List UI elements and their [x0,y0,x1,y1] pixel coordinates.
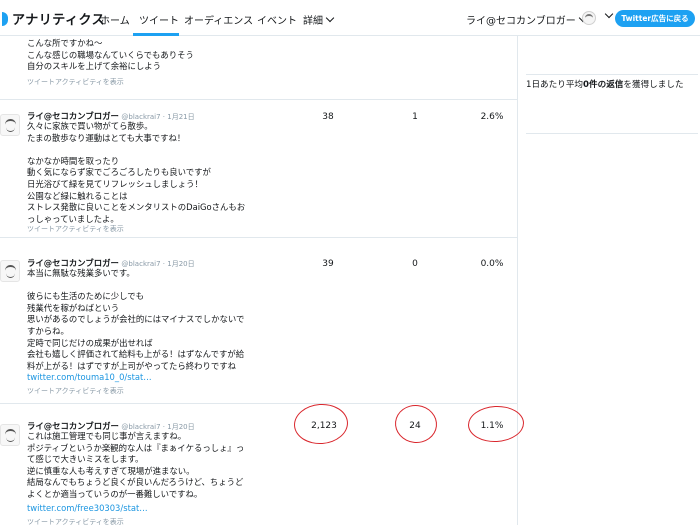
impressions-value: 39 [322,259,334,269]
view-activity-link[interactable]: ツイートアクティビティを表示 [27,386,124,396]
tweets-table: こんな所ですかね〜 こんな感じの職場なんていくらでもありそう 自分のスキルを上げ… [0,36,525,525]
account-name: ライ@セコカンブロガー [466,16,576,27]
engagements-value: 1 [412,112,418,122]
brand-title: アナリティクス [12,13,106,28]
table-row: ライ@セコカンブロガー @blackrai7 · 1月20日 これは施工管理でも… [0,402,525,525]
brand[interactable]: アナリティクス [2,9,105,28]
table-row: こんな所ですかね〜 こんな感じの職場なんていくらでもありそう 自分のスキルを上げ… [0,36,518,100]
engagement-rate-value: 0.0% [480,259,504,269]
author-handle-date: @blackrai7 · 1月20日 [121,423,195,431]
replies-summary: 1日あたり平均0件の返信を獲得しました [526,74,698,134]
nav-more-label: 詳細 [303,16,323,27]
nav-events[interactable]: イベント [257,12,297,27]
return-to-ads-button[interactable]: Twitter広告に戻る [615,10,695,27]
nav-home[interactable]: ホーム [100,12,130,27]
red-annotation-circle [467,404,525,444]
tweet-text: 本当に無駄な残業多いです。 彼らにも生活のために少しでも 残業代を稼がねばという… [27,268,245,371]
tweet-text: こんな所ですかね〜 こんな感じの職場なんていくらでもありそう 自分のスキルを上げ… [27,38,194,72]
chevron-down-icon[interactable] [604,9,614,19]
tweet-text: これは施工管理でも同じ事が言えますね。 ポジティブというか楽観的な人は『まぁイケ… [27,431,245,499]
avatar[interactable] [0,114,20,136]
chevron-down-icon [325,13,335,23]
tweet-link[interactable]: twitter.com/touma10_0/stat… [27,372,152,382]
author-name[interactable]: ライ@セコカンブロガー [27,111,119,121]
author-handle-date: @blackrai7 · 1月21日 [121,113,195,121]
nav-more[interactable]: 詳細 [303,12,335,27]
table-row: ライ@セコカンブロガー @blackrai7 · 1月21日 久々に家族で買い物… [0,100,518,238]
engagements-value: 0 [412,259,418,269]
twitter-bird-icon [2,11,8,26]
view-activity-link[interactable]: ツイートアクティビティを表示 [27,517,124,525]
author-name[interactable]: ライ@セコカンブロガー [27,258,119,268]
account-switcher[interactable]: ライ@セコカンブロガー [466,12,587,27]
table-row: ライ@セコカンブロガー @blackrai7 · 1月20日 本当に無駄な残業多… [0,238,518,404]
impressions-value: 38 [322,112,334,122]
avatar[interactable] [0,260,20,282]
red-annotation-circle [292,402,350,446]
red-annotation-circle [393,402,439,446]
view-activity-link[interactable]: ツイートアクティビティを表示 [27,77,124,87]
engagement-rate-value: 2.6% [480,112,504,122]
summary-prefix: 1日あたり平均 [526,80,584,90]
author-name[interactable]: ライ@セコカンブロガー [27,421,119,431]
side-panel: 1日あたり平均0件の返信を獲得しました [518,36,700,525]
author-handle-date: @blackrai7 · 1月20日 [121,260,195,268]
tweet-link[interactable]: twitter.com/free30303/stat… [27,503,148,513]
summary-suffix: を獲得しました [623,80,684,90]
user-avatar[interactable] [582,11,596,25]
nav-audience[interactable]: オーディエンス [184,12,253,27]
summary-count: 0件の返信 [583,80,624,90]
avatar[interactable] [0,424,20,446]
view-activity-link[interactable]: ツイートアクティビティを表示 [27,224,124,234]
nav-tweets[interactable]: ツイート [139,12,179,27]
tweet-text: 久々に家族で買い物がてら散歩。 たまの散歩なり運動はとても大事ですね！ なかなか… [27,121,246,224]
top-nav: アナリティクス ホーム ツイート オーディエンス イベント 詳細 ライ@セコカン… [0,0,700,36]
